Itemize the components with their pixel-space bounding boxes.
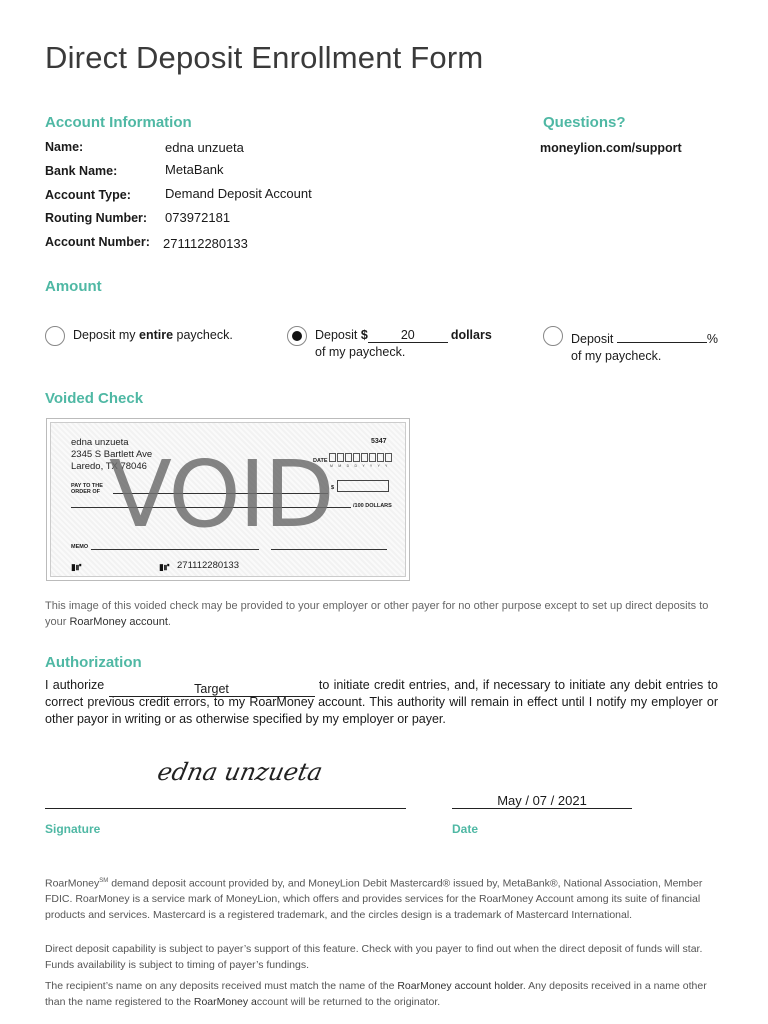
bank-name-label: Bank Name: [45, 164, 118, 178]
account-info-heading: Account Information [45, 114, 192, 131]
signature-line [45, 808, 406, 809]
account-number-label: Account Number: [45, 235, 150, 249]
account-type-value: Demand Deposit Account [165, 186, 312, 201]
routing-number-value: 073972181 [165, 210, 231, 225]
entire-paycheck-option: Deposit my entire paycheck. [73, 328, 233, 342]
check-memo-label: MEMO [71, 544, 89, 550]
voided-check-image: edna unzueta 2345 S Bartlett Ave Laredo,… [46, 418, 410, 581]
routing-number-label: Routing Number: [45, 211, 148, 225]
date-line [452, 808, 632, 809]
void-watermark: VOID [109, 441, 335, 548]
account-number-value: 271112280133 [163, 236, 248, 251]
check-signature-line [271, 549, 387, 550]
signature-label: Signature [45, 822, 101, 836]
date-value[interactable]: May / 07 / 2021 [452, 793, 632, 808]
percent-option: Deposit % of my paycheck. [571, 327, 718, 365]
check-amount-box [337, 480, 389, 492]
authorization-text: I authorize Target to initiate credit en… [45, 678, 718, 726]
amount-heading: Amount [45, 278, 102, 295]
footer-disclosure-3: The recipient’s name on any deposits rec… [45, 980, 707, 1008]
check-pay-to: PAY TO THE ORDER OF [71, 483, 103, 495]
dollar-amount-field[interactable]: 20 [367, 327, 448, 343]
page-title: Direct Deposit Enrollment Form [45, 40, 484, 75]
footer-disclosure-1: RoarMoneySM demand deposit account provi… [45, 877, 703, 921]
date-label: Date [452, 822, 479, 836]
check-date-sub: M M D D Y Y Y Y [330, 464, 390, 468]
account-type-label: Account Type: [45, 188, 131, 202]
authorization-heading: Authorization [45, 654, 142, 671]
check-micr-routing: ▮⑈ [71, 562, 82, 572]
voided-check-heading: Voided Check [45, 390, 144, 407]
percent-field[interactable] [616, 327, 707, 343]
signature-script: edna unzueta [155, 758, 326, 786]
check-face: edna unzueta 2345 S Bartlett Ave Laredo,… [50, 422, 406, 577]
check-dollars-label: /100 DOLLARS [353, 503, 392, 509]
support-link[interactable]: moneylion.com/support [540, 141, 682, 155]
check-memo-line [91, 549, 259, 550]
fixed-dollar-radio[interactable] [287, 326, 307, 346]
check-date-boxes [329, 453, 392, 462]
name-label: Name: [45, 140, 84, 154]
fixed-dollar-option: Deposit $20 dollars of my paycheck. [315, 327, 492, 359]
percent-radio[interactable] [543, 326, 563, 346]
footer-disclosure-2: Direct deposit capability is subject to … [45, 943, 703, 971]
bank-name-value: MetaBank [165, 162, 224, 177]
check-disclaimer: This image of this voided check may be p… [45, 600, 709, 628]
entire-paycheck-radio[interactable] [45, 326, 65, 346]
check-micr-account: 271112280133 [177, 560, 239, 571]
questions-heading: Questions? [543, 114, 626, 131]
check-number: 5347 [371, 438, 387, 445]
name-value: edna unzueta [165, 140, 244, 155]
check-micr-symbol: ▮⑈ [159, 562, 170, 572]
payer-field[interactable]: Target [108, 681, 315, 697]
